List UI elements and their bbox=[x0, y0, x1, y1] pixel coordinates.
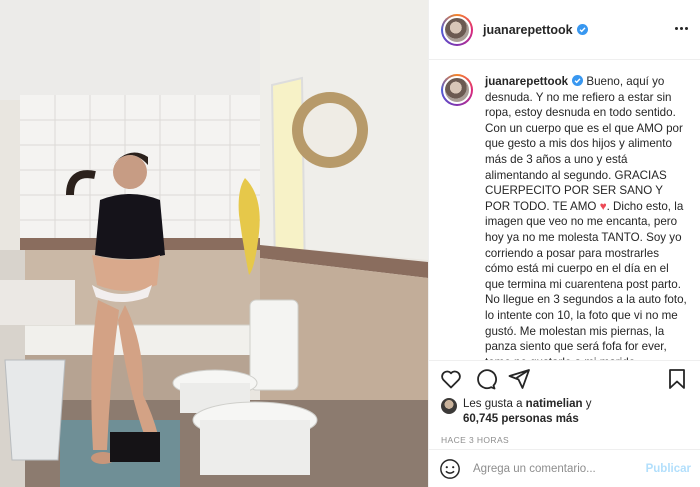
caption-body-part-2: . Dicho esto, la imagen que veo no me en… bbox=[485, 199, 687, 360]
comment-input[interactable] bbox=[473, 462, 646, 475]
likes-count[interactable]: 60,745 personas más bbox=[463, 413, 579, 425]
author-username[interactable]: juanarepettook bbox=[483, 23, 573, 37]
action-icons-row bbox=[439, 367, 691, 393]
emoji-smile-icon[interactable] bbox=[439, 458, 461, 480]
post-actions-section: Les gusta a natimelian y 60,745 personas… bbox=[429, 360, 700, 487]
caption-text: juanarepettook Bueno, aquí yo desnuda. Y… bbox=[485, 74, 689, 360]
heart-outline-icon[interactable] bbox=[439, 367, 463, 391]
post-caption: juanarepettook Bueno, aquí yo desnuda. Y… bbox=[429, 60, 700, 360]
publish-button[interactable]: Publicar bbox=[646, 463, 691, 475]
likes-joiner: y bbox=[585, 398, 592, 410]
post-details-panel: juanarepettook juanarepettook Bueno, aqu… bbox=[428, 0, 700, 487]
instagram-post-view: juanarepettook juanarepettook Bueno, aqu… bbox=[0, 0, 700, 487]
caption-body-part-1: Bueno, aquí yo desnuda. Y no me refiero … bbox=[485, 75, 683, 213]
caption-author-avatar[interactable] bbox=[441, 74, 473, 106]
bookmark-icon[interactable] bbox=[665, 367, 689, 391]
post-timestamp[interactable]: HACE 3 HORAS bbox=[441, 435, 509, 445]
heart-emoji-icon: ♥ bbox=[599, 199, 607, 213]
caption-username[interactable]: juanarepettook bbox=[485, 75, 568, 88]
likes-prefix: Les gusta a bbox=[463, 398, 523, 410]
bathroom-selfie-image bbox=[0, 0, 428, 487]
liker-avatar[interactable] bbox=[441, 398, 457, 414]
likes-summary: Les gusta a natimelian y 60,745 personas… bbox=[441, 397, 592, 427]
verified-badge-icon bbox=[576, 24, 588, 35]
post-photo[interactable] bbox=[0, 0, 428, 487]
add-comment-bar: Publicar bbox=[429, 449, 700, 487]
send-icon[interactable] bbox=[507, 367, 531, 391]
author-avatar[interactable] bbox=[441, 13, 473, 46]
post-header: juanarepettook bbox=[429, 0, 700, 60]
liker-username[interactable]: natimelian bbox=[526, 398, 583, 410]
comment-icon[interactable] bbox=[473, 367, 497, 391]
verified-badge-icon bbox=[572, 75, 584, 86]
more-horizontal-icon[interactable] bbox=[671, 18, 691, 38]
